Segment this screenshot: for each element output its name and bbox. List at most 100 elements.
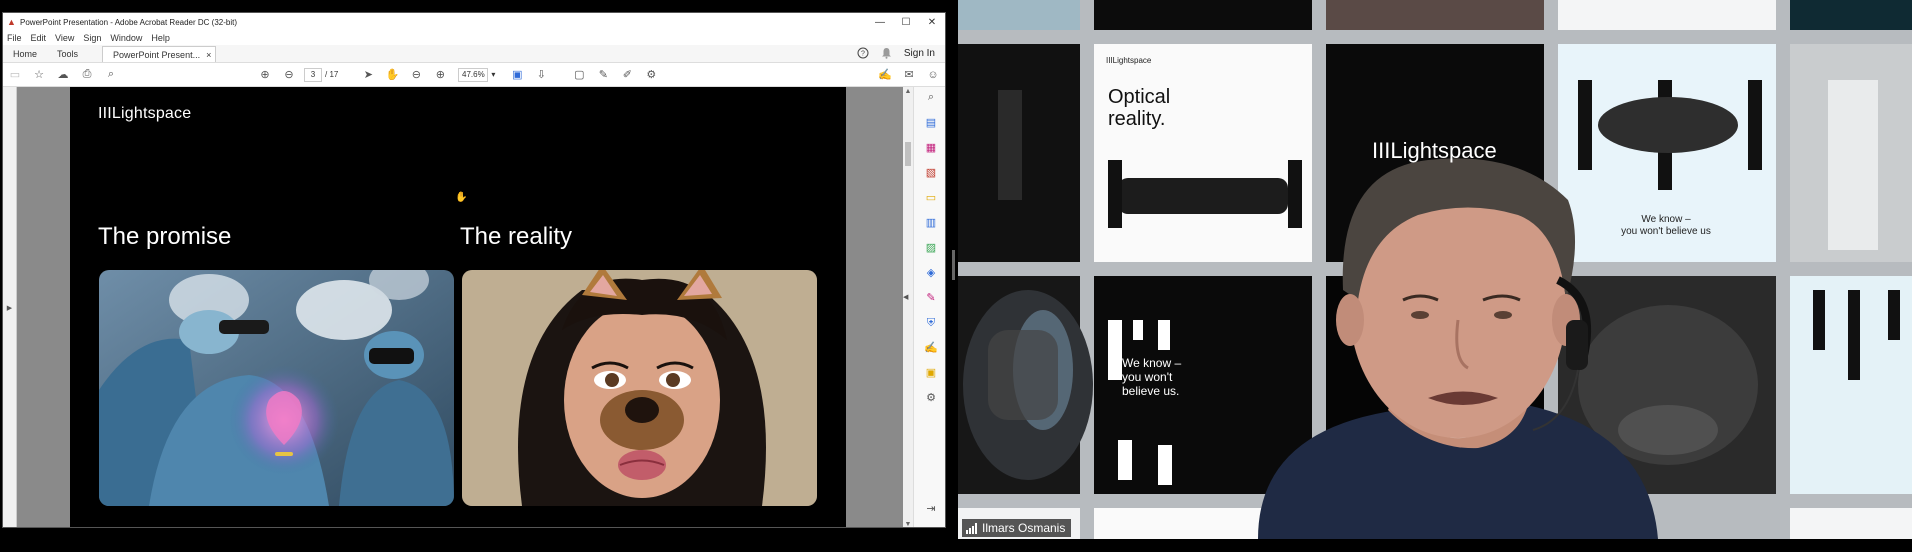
promise-heading: The promise [98,223,232,250]
combine-files-icon[interactable]: ▥ [923,215,939,231]
print-icon[interactable]: ⎙ [75,68,99,81]
sign-pen-icon[interactable]: ✍ [923,340,939,356]
tile-optical-line1: Optical [1108,86,1171,108]
title-bar: ▲ PowerPoint Presentation - Adobe Acroba… [3,13,945,31]
zoom-out-icon[interactable]: ⊖ [404,68,428,81]
edit-pdf-icon[interactable]: ▦ [923,140,939,156]
tab-close-button[interactable]: × [206,50,211,60]
page-viewport[interactable]: IIILightspace ✋ The promise The reality [17,87,903,527]
tab-document[interactable]: PowerPoint Present... × [102,46,217,62]
promise-photo [99,270,454,506]
window-title: PowerPoint Presentation - Adobe Acrobat … [20,17,238,27]
tab-bar-right: ? Sign In [857,47,935,59]
zoom-level-input[interactable]: 47.6% [458,67,489,82]
bookmark-star-icon[interactable]: ☆ [27,68,51,81]
tab-document-label: PowerPoint Present... [113,49,201,60]
page-number-input[interactable]: 3 [304,67,322,82]
fill-sign-tool-icon[interactable]: ✎ [923,290,939,306]
export-pdf-icon[interactable]: ▧ [923,165,939,181]
email-icon[interactable]: ✉ [897,68,921,81]
tile-weknow-small: We know – you won't believe us [1618,214,1714,238]
collapse-pane-icon[interactable]: ⇥ [923,501,939,517]
share-person-icon[interactable]: ☺ [921,69,945,81]
tile-weknow-small-line1: We know – [1641,214,1691,225]
tab-bar: Home Tools PowerPoint Present... × ? Sig… [3,45,945,63]
tile-logo-large: IIILightspace [1372,138,1497,163]
send-file-icon[interactable]: ▣ [923,365,939,381]
zoom-dropdown-chevron-icon[interactable]: ▾ [491,70,495,79]
tools-pane: ⌕ ▤ ▦ ▧ ▭ ▥ ▨ ◈ ✎ ⛨ ✍ ▣ ⚙ ⇥ [913,87,945,527]
upload-cloud-icon[interactable]: ☁ [51,68,75,81]
fill-sign-icon[interactable]: ✍ [873,68,897,81]
left-panel-toggle[interactable]: ▶ [3,87,17,527]
help-icon[interactable]: ? [857,47,869,59]
enhance-scan-icon[interactable]: ◈ [923,265,939,281]
virtual-background-wall [958,0,1912,539]
page-total: / 17 [325,70,339,79]
scroll-mode-icon[interactable]: ⇩ [529,68,553,81]
tile-weknow-line1: We know – [1122,356,1182,370]
minimize-button[interactable]: — [867,13,893,31]
participant-name-tag: Ilmars Osmanis [962,519,1072,537]
zoom-in-icon[interactable]: ⊕ [428,68,452,81]
menu-window[interactable]: Window [110,33,142,43]
hand-tool-icon[interactable]: ✋ [380,68,404,81]
search-zoom-icon[interactable]: ⌕ [99,68,123,81]
notification-bell-icon[interactable] [881,47,892,59]
svg-text:?: ? [861,51,865,58]
menu-file[interactable]: File [7,33,22,43]
tab-home[interactable]: Home [3,46,47,62]
scroll-down-arrow-icon[interactable]: ▼ [903,521,913,527]
zoom-search-icon[interactable]: ⌕ [923,89,939,105]
create-pdf-icon[interactable]: ▤ [923,115,939,131]
close-window-button[interactable]: ✕ [919,13,945,31]
signal-strength-icon [966,522,977,534]
hand-cursor-icon: ✋ [455,192,468,203]
previous-page-icon[interactable]: ⊕ [253,68,277,81]
screen: ▲ PowerPoint Presentation - Adobe Acroba… [0,0,1912,552]
organize-pages-icon[interactable]: ▨ [923,240,939,256]
video-feed: IIILightspace Optical reality. IIILights… [958,0,1912,539]
comment-tool-icon[interactable]: ▭ [923,190,939,206]
menu-help[interactable]: Help [151,33,170,43]
surgeons-ar-illustration [99,270,454,506]
vertical-scrollbar[interactable]: ▲ ▼ [903,87,913,527]
select-cursor-icon[interactable]: ➤ [356,68,380,81]
reality-heading: The reality [460,223,573,250]
scrollbar-thumb[interactable] [905,142,911,166]
next-page-icon[interactable]: ⊖ [277,68,301,81]
stamp-icon[interactable]: ⚙ [639,68,663,81]
acrobat-logo-icon: ▲ [7,17,16,27]
expand-left-arrow-icon: ▶ [6,305,13,312]
highlight-pen-icon[interactable]: ✎ [591,68,615,81]
tile-weknow-line3: believe us. [1122,384,1180,398]
menu-bar: File Edit View Sign Window Help [3,31,945,45]
menu-view[interactable]: View [55,33,74,43]
draw-icon[interactable]: ✐ [615,68,639,81]
scroll-up-arrow-icon[interactable]: ▲ [903,88,913,95]
tile-optical-line2: reality. [1108,108,1166,130]
tile-optical-reality: Optical reality. [1108,86,1170,130]
acrobat-window: ▲ PowerPoint Presentation - Adobe Acroba… [2,12,946,528]
participant-name: Ilmars Osmanis [982,521,1066,535]
dog-filter-selfie-illustration [462,270,817,506]
protect-shield-icon[interactable]: ⛨ [923,315,939,331]
slide-page: IIILightspace ✋ The promise The reality [70,87,846,527]
tab-tools[interactable]: Tools [47,46,88,62]
slide-logo: IIILightspace [98,105,192,122]
save-icon[interactable]: ▭ [3,68,27,81]
menu-sign[interactable]: Sign [83,33,101,43]
split-divider[interactable] [952,250,955,280]
menu-edit[interactable]: Edit [31,33,47,43]
page-fit-icon[interactable]: ▣ [505,68,529,81]
maximize-button[interactable]: ☐ [893,13,919,31]
more-tools-icon[interactable]: ⚙ [923,390,939,406]
tile-weknow-line2: you won't [1122,370,1173,384]
tile-logo-small: IIILightspace [1106,56,1152,65]
comment-icon[interactable]: ▢ [567,68,591,81]
collapse-right-arrow-icon[interactable]: ◀ [903,293,908,301]
document-area: ▶ IIILightspace ✋ The promise The realit… [3,87,945,527]
toolbar: ▭ ☆ ☁ ⎙ ⌕ ⊕ ⊖ 3 / 17 ➤ ✋ ⊖ ⊕ 47.6% ▾ ▣ ⇩… [3,63,945,87]
tile-weknow-small-line2: you won't believe us [1621,226,1711,237]
sign-in-button[interactable]: Sign In [904,48,935,59]
